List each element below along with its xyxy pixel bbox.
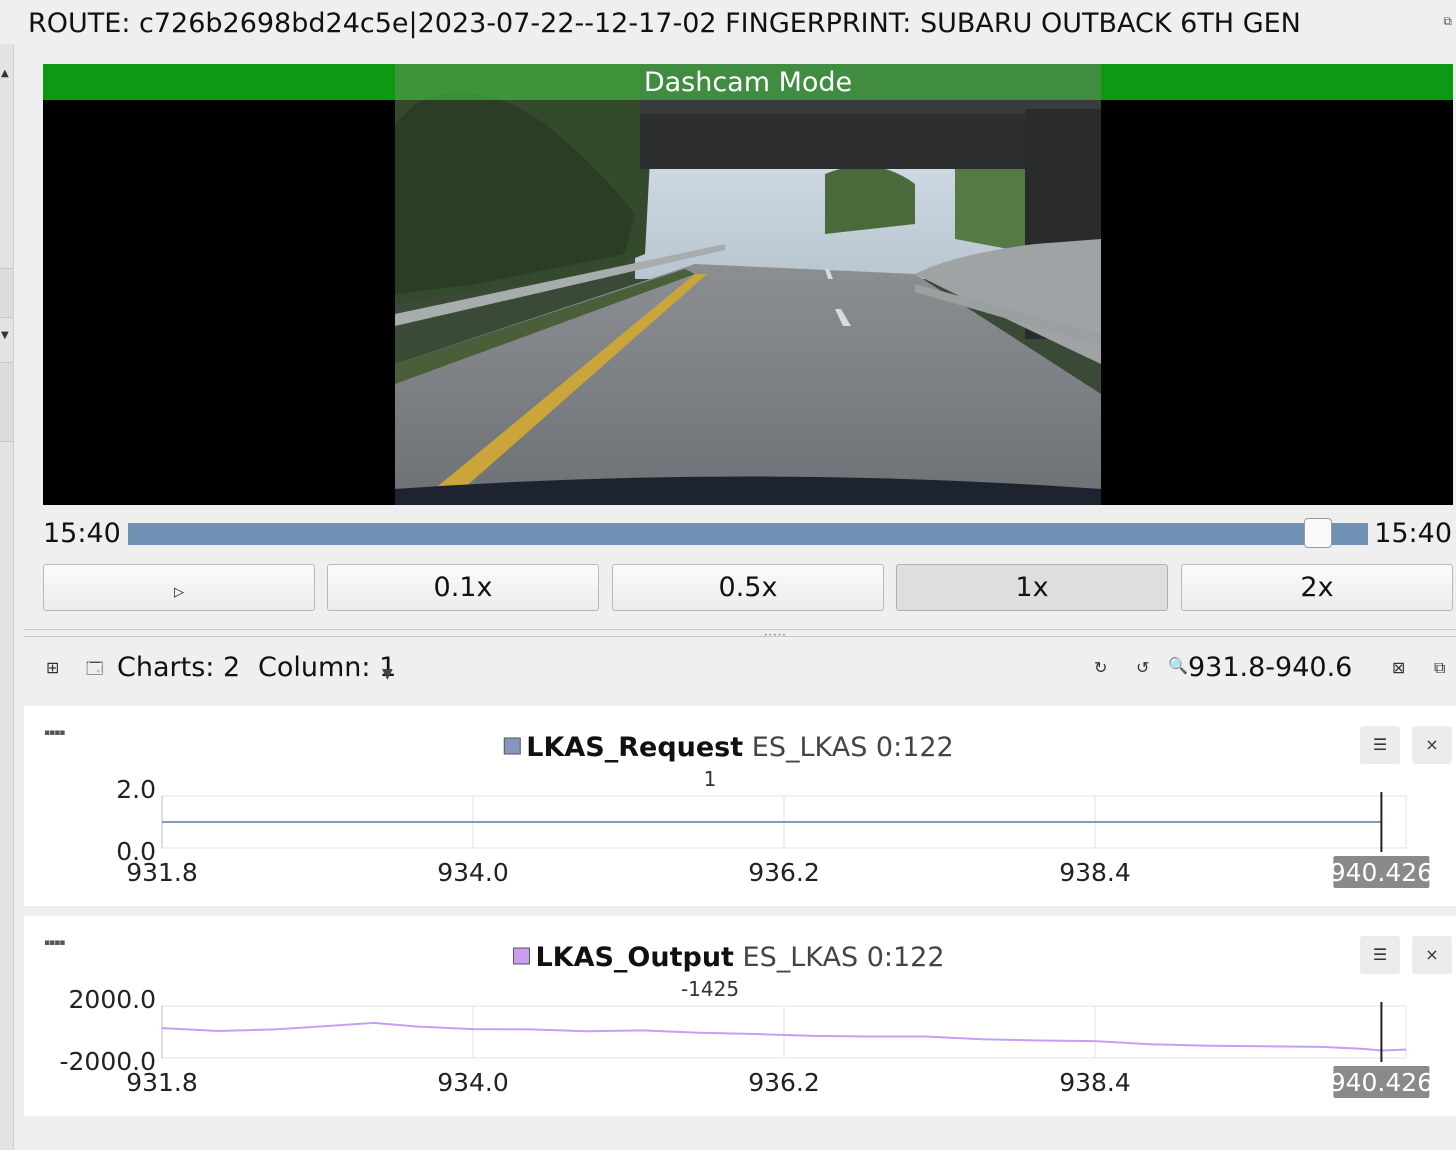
chart-title: LKAS_Request ES_LKAS 0:122 <box>526 732 953 763</box>
x-tick-label: 931.8 <box>126 858 198 887</box>
speed-2x-button[interactable]: 2x <box>1181 564 1453 611</box>
panel-splitter[interactable]: ••••• <box>24 629 1456 639</box>
charts-empty-area <box>24 1116 1456 1150</box>
camera-frame <box>395 64 1101 505</box>
dock-tab[interactable] <box>0 362 13 442</box>
chart-plot: LKAS_Request ES_LKAS 0:12212.00.0931.8 93… <box>116 732 1433 888</box>
zoom-range-label: 931.8-940.6 <box>1188 652 1353 683</box>
total-time: 15:40 <box>1374 518 1452 549</box>
current-time: 15:40 <box>43 518 121 549</box>
dock-tab[interactable] <box>0 268 13 318</box>
speed-0.1x-button[interactable]: 0.1x <box>327 564 599 611</box>
legend-swatch <box>503 737 521 755</box>
charts-toolbar: ⊞ 🗔 Charts: 2 Column: 1 ▼ ↻ ↺ 🔍 931.8-94… <box>24 640 1456 700</box>
splitter-grip-icon: ••••• <box>764 632 787 639</box>
chart-title: LKAS_Output ES_LKAS 0:122 <box>535 942 944 973</box>
redo-zoom-icon[interactable]: ↺ <box>1136 658 1149 677</box>
series-name: LKAS_Request <box>526 732 743 763</box>
seek-handle[interactable] <box>1304 518 1333 548</box>
video-view[interactable]: Dashcam Mode <box>43 64 1453 505</box>
chart-panel-lkas-request[interactable]: ▪▪▪▪ LKAS_Request ES_LKAS 0:122 1 2.0 0.0 93… <box>24 706 1456 906</box>
dock-icon[interactable]: ⧉ <box>1434 658 1445 678</box>
chart-close-button[interactable]: × <box>1412 936 1452 974</box>
chart-menu-button[interactable]: ☰ <box>1360 726 1400 764</box>
x-tick-label: 934.0 <box>437 858 509 887</box>
x-tick-label: 931.8 <box>126 1068 198 1097</box>
series-name: LKAS_Output <box>535 942 734 973</box>
current-value-label: -1425 <box>681 977 739 1001</box>
cursor-label: 940.426 <box>1330 1068 1433 1097</box>
tabs-icon[interactable]: 🗔 <box>86 658 103 685</box>
play-button[interactable]: ▷ <box>43 564 315 611</box>
float-window-icon[interactable]: ⧉ <box>1443 14 1452 29</box>
chart-panel-lkas-output[interactable]: ▪▪▪▪ LKAS_Output ES_LKAS 0:122 -1425 2000.… <box>24 916 1456 1116</box>
route-title: ROUTE: c726b2698bd24c5e|2023-07-22--12-1… <box>28 8 1301 39</box>
y-tick-label: 2000.0 <box>69 985 156 1014</box>
play-icon: ▷ <box>174 585 184 600</box>
legend-swatch <box>512 947 530 965</box>
x-tick-label: 934.0 <box>437 1068 509 1097</box>
x-tick-label: 938.4 <box>1059 1068 1131 1097</box>
dashcam-mode-label: Dashcam Mode <box>643 67 853 98</box>
chart-menu-button[interactable]: ☰ <box>1360 936 1400 974</box>
chevron-down-icon[interactable]: ▼ <box>382 666 393 682</box>
new-chart-icon[interactable]: ⊞ <box>46 658 59 677</box>
speed-0.5x-button[interactable]: 0.5x <box>612 564 884 611</box>
series-source: ES_LKAS 0:122 <box>743 732 954 763</box>
column-select[interactable]: Column: 1 <box>258 652 396 683</box>
x-tick-label: 938.4 <box>1059 858 1131 887</box>
scroll-up-icon[interactable]: ▲ <box>1 68 9 79</box>
seek-slider[interactable] <box>128 523 1368 545</box>
y-tick-label: 2.0 <box>116 775 156 804</box>
chart-plot: LKAS_Output ES_LKAS 0:122-14252000.0-200… <box>60 942 1433 1098</box>
left-dock-strip: ▲ ▼ <box>0 44 14 1150</box>
series-source: ES_LKAS 0:122 <box>734 942 945 973</box>
chart-close-button[interactable]: × <box>1412 726 1452 764</box>
scroll-down-icon[interactable]: ▼ <box>1 330 9 341</box>
speed-1x-button[interactable]: 1x <box>896 564 1168 611</box>
zoom-icon: 🔍 <box>1168 656 1188 675</box>
x-tick-label: 936.2 <box>748 858 820 887</box>
remove-all-icon[interactable]: ⊠ <box>1392 658 1405 677</box>
charts-count-label: Charts: 2 <box>117 652 241 683</box>
current-value-label: 1 <box>704 767 717 791</box>
undo-zoom-icon[interactable]: ↻ <box>1094 658 1107 677</box>
x-tick-label: 936.2 <box>748 1068 820 1097</box>
cursor-label: 940.426 <box>1330 858 1433 887</box>
